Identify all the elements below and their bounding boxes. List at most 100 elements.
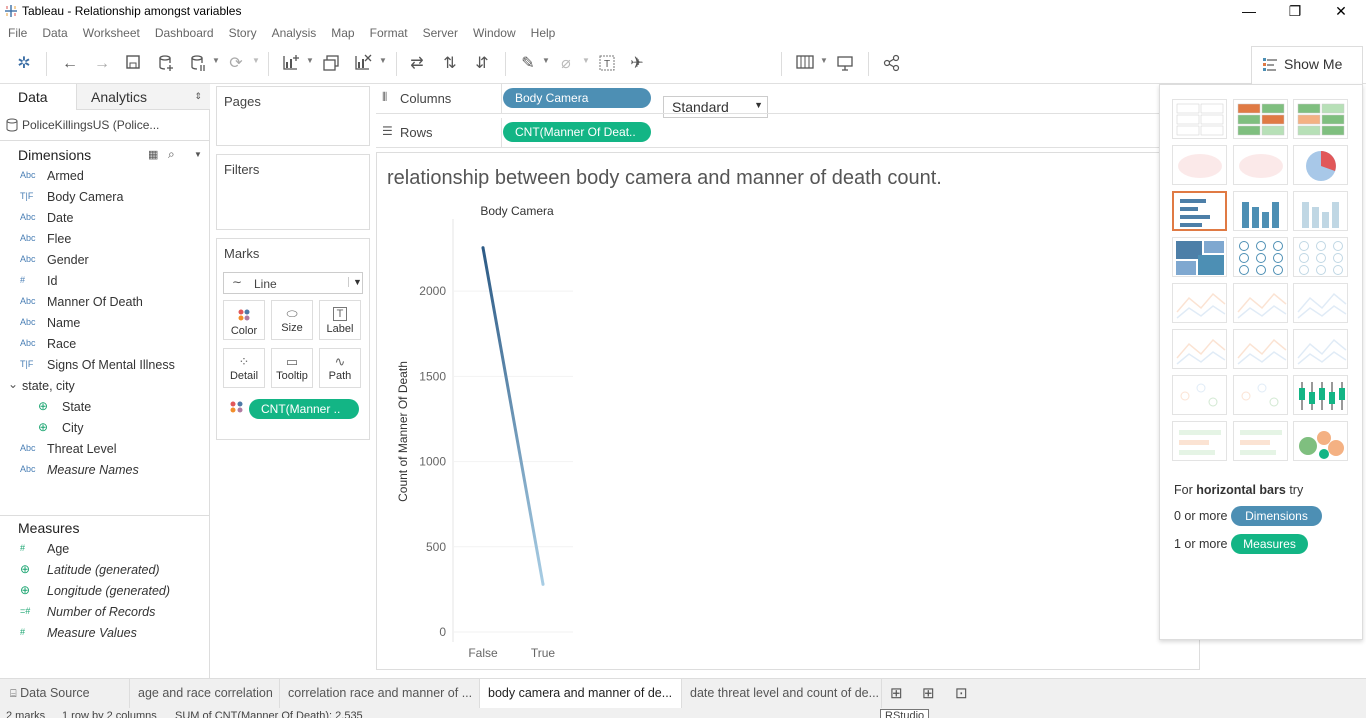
chart-type-thumbnail[interactable]	[1172, 329, 1227, 369]
menu-data[interactable]: Data	[34, 24, 74, 40]
clear-sheet-icon[interactable]	[353, 54, 373, 74]
save-icon[interactable]	[123, 54, 143, 74]
new-dashboard-tab-icon[interactable]: ⊞	[922, 684, 935, 702]
close-button[interactable]: ✕	[1318, 0, 1364, 24]
chart-type-thumbnail[interactable]	[1233, 375, 1288, 415]
chevron-down-icon[interactable]: ▼	[306, 56, 314, 65]
swap-rows-columns-icon[interactable]: ⇄	[407, 54, 427, 74]
chart-type-thumbnail[interactable]	[1233, 191, 1288, 231]
menu-map[interactable]: Map	[323, 24, 361, 40]
show-cards-icon[interactable]	[795, 54, 815, 74]
redo-icon[interactable]: →	[92, 54, 112, 74]
fix-axes-icon[interactable]: ✈	[627, 54, 647, 74]
filters-card[interactable]: Filters	[216, 154, 370, 230]
chart-type-thumbnail[interactable]	[1233, 283, 1288, 323]
field-item[interactable]: ⌄ state, city	[0, 377, 208, 398]
size-button[interactable]: ⬭ Size	[271, 300, 313, 340]
field-item[interactable]: # Measure Values	[0, 624, 208, 645]
menu-dashboard[interactable]: Dashboard	[147, 24, 221, 40]
tab-data[interactable]: Data	[0, 84, 76, 110]
field-item[interactable]: Abc Name	[0, 314, 208, 335]
field-item[interactable]: T|F Body Camera	[0, 188, 208, 209]
restore-button[interactable]: ❐	[1272, 0, 1318, 24]
chevron-down-icon[interactable]: ▼	[252, 56, 260, 65]
chart-type-thumbnail[interactable]	[1172, 237, 1227, 277]
chart-type-thumbnail[interactable]	[1233, 145, 1288, 185]
search-icon[interactable]: ⌕	[168, 147, 175, 162]
field-item[interactable]: Abc Race	[0, 335, 208, 356]
chart-type-thumbnail[interactable]	[1172, 145, 1227, 185]
menu-file[interactable]: File	[0, 24, 34, 40]
chart-type-thumbnail[interactable]	[1293, 99, 1348, 139]
show-me-button[interactable]: Show Me	[1251, 46, 1363, 84]
minimize-button[interactable]: —	[1226, 0, 1272, 24]
chart-type-thumbnail[interactable]	[1172, 99, 1227, 139]
chevron-down-icon[interactable]: ▼	[542, 56, 550, 65]
chart-type-thumbnail[interactable]	[1293, 191, 1348, 231]
field-item[interactable]: Abc Measure Names	[0, 461, 208, 482]
chart-type-thumbnail[interactable]	[1233, 421, 1288, 461]
chart-type-thumbnail[interactable]	[1172, 283, 1227, 323]
columns-pill[interactable]: Body Camera	[503, 88, 651, 108]
marks-color-pill[interactable]: CNT(Manner ..	[249, 399, 359, 419]
field-item[interactable]: Abc Gender	[0, 251, 208, 272]
chart-type-thumbnail[interactable]	[1293, 237, 1348, 277]
field-item[interactable]: Abc Armed	[0, 167, 208, 188]
menu-analysis[interactable]: Analysis	[264, 24, 324, 40]
field-item[interactable]: T|F Signs Of Mental Illness	[0, 356, 208, 377]
tab-data-source[interactable]: ⌸ Data Source	[0, 679, 130, 708]
menu-story[interactable]: Story	[221, 24, 264, 40]
chart-type-thumbnail[interactable]	[1233, 329, 1288, 369]
rows-pill[interactable]: CNT(Manner Of Deat..	[503, 122, 651, 142]
chevron-down-icon[interactable]: ▼	[212, 56, 220, 65]
datasource-name[interactable]: PoliceKillingsUS (Police...	[22, 118, 159, 132]
menu-format[interactable]: Format	[362, 24, 415, 40]
field-item[interactable]: Abc Manner Of Death	[0, 293, 208, 314]
new-story-tab-icon[interactable]: ⊡	[955, 684, 968, 702]
pause-updates-icon[interactable]	[188, 54, 208, 74]
tab-sheet[interactable]: correlation race and manner of ...	[280, 679, 480, 708]
tab-sheet[interactable]: age and race correlation	[130, 679, 280, 708]
field-item[interactable]: ⊕ City	[0, 419, 208, 440]
chart-type-thumbnail[interactable]	[1293, 145, 1348, 185]
label-button[interactable]: T Label	[319, 300, 361, 340]
mark-type-select[interactable]: ∼ Line ▼	[223, 272, 363, 294]
chart-type-thumbnail[interactable]	[1233, 237, 1288, 277]
duplicate-sheet-icon[interactable]	[321, 54, 341, 74]
share-icon[interactable]	[882, 54, 902, 74]
highlight-icon[interactable]: ✎	[518, 54, 538, 74]
chart-type-thumbnail[interactable]	[1233, 99, 1288, 139]
tooltip-button[interactable]: ▭ Tooltip	[271, 348, 313, 388]
presentation-mode-icon[interactable]	[835, 54, 855, 74]
undo-icon[interactable]: ←	[60, 54, 80, 74]
chevron-down-icon[interactable]: ▼	[582, 56, 590, 65]
field-item[interactable]: ⊕ State	[0, 398, 208, 419]
pages-card[interactable]: Pages	[216, 86, 370, 146]
menu-worksheet[interactable]: Worksheet	[75, 24, 147, 40]
group-members-icon[interactable]: ⌀	[556, 54, 576, 74]
chart-type-thumbnail[interactable]	[1172, 375, 1227, 415]
field-item[interactable]: # Age	[0, 540, 208, 561]
menu-server[interactable]: Server	[415, 24, 465, 40]
tab-sheet-active[interactable]: body camera and manner of de...	[480, 679, 682, 708]
refresh-icon[interactable]: ⟳	[226, 54, 246, 74]
new-worksheet-icon[interactable]	[281, 54, 301, 74]
chart-type-thumbnail[interactable]	[1293, 283, 1348, 323]
path-button[interactable]: ∿ Path	[319, 348, 361, 388]
chart-type-thumbnail[interactable]	[1293, 421, 1348, 461]
tableau-home-icon[interactable]: ✲	[14, 54, 34, 74]
field-item[interactable]: ⊕ Longitude (generated)	[0, 582, 208, 603]
sort-descending-icon[interactable]: ⇵	[472, 54, 492, 74]
menu-window[interactable]: Window	[465, 24, 523, 40]
new-worksheet-tab-icon[interactable]: ⊞	[890, 684, 903, 702]
color-button[interactable]: Color	[223, 300, 265, 340]
new-datasource-icon[interactable]	[156, 54, 176, 74]
field-item[interactable]: Abc Date	[0, 209, 208, 230]
field-item[interactable]: =# Number of Records	[0, 603, 208, 624]
detail-button[interactable]: ⁘ Detail	[223, 348, 265, 388]
chevron-down-icon[interactable]: ▼	[194, 150, 202, 159]
field-item[interactable]: ⊕ Latitude (generated)	[0, 561, 208, 582]
chart-type-thumbnail[interactable]	[1293, 375, 1348, 415]
field-item[interactable]: Abc Threat Level	[0, 440, 208, 461]
chevron-down-icon[interactable]: ▼	[379, 56, 387, 65]
